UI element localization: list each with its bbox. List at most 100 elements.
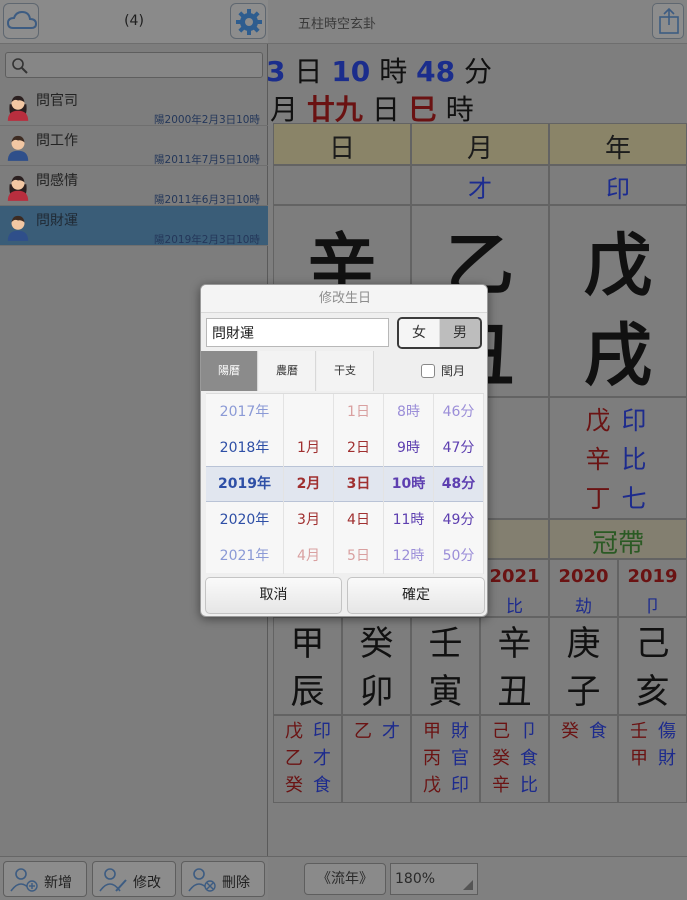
- luck-stem-branch: 癸卯: [342, 617, 411, 715]
- luck-year-cell: 2020 劫: [549, 559, 618, 617]
- luck-hidden-stem: 癸: [285, 775, 303, 796]
- tab-lunar[interactable]: 農曆: [259, 351, 316, 391]
- page-title: 五柱時空玄卦: [298, 17, 377, 32]
- life-stage: 冠帶: [591, 529, 644, 559]
- picker-option[interactable]: 5日: [334, 538, 383, 574]
- picker-column-months[interactable]: 1月 2月 3月 4月: [284, 394, 334, 574]
- minute-number: 48: [416, 55, 456, 88]
- picker-column-hours[interactable]: 8時 9時 10時 11時 12時: [384, 394, 434, 574]
- luck-hidden-stem: 辛: [492, 775, 510, 796]
- dialog-buttons: 取消 確定: [201, 574, 487, 616]
- leap-month-checkbox[interactable]: [421, 364, 435, 378]
- main-bottom-bar: 《流年》 180%: [268, 856, 687, 900]
- pillar-god-cell: 印: [549, 165, 687, 205]
- hour-unit: 時: [379, 55, 408, 88]
- person-item[interactable]: 問財運 陽2019年2月3日10時: [0, 206, 268, 246]
- picker-option[interactable]: 49分: [434, 502, 483, 538]
- picker-option[interactable]: 3月: [284, 502, 333, 538]
- picker-option[interactable]: 3日: [334, 466, 383, 502]
- person-birth-date: 陽2011年7月5日10時: [154, 154, 260, 166]
- luck-branch: 子: [566, 672, 601, 712]
- picker-option[interactable]: 48分: [434, 466, 483, 502]
- gender-female-option[interactable]: 女: [399, 319, 439, 347]
- cancel-button[interactable]: 取消: [205, 577, 342, 614]
- picker-option[interactable]: 8時: [384, 394, 433, 430]
- picker-option[interactable]: 2021年: [206, 538, 283, 574]
- luck-year: 2020: [558, 566, 609, 587]
- luck-hidden-god: 印: [313, 721, 331, 742]
- pillar-stem-branch: 戊戌: [549, 205, 687, 397]
- picker-option[interactable]: 2月: [284, 466, 333, 502]
- picker-option[interactable]: 2020年: [206, 502, 283, 538]
- hidden-god: 比: [621, 445, 647, 474]
- luck-ten-god: 卩: [644, 597, 661, 617]
- hidden-stem: 辛: [585, 445, 611, 474]
- person-item[interactable]: 問官司 陽2000年2月3日10時: [0, 86, 268, 126]
- luck-hidden-god: 食: [520, 748, 538, 769]
- picker-option[interactable]: 2017年: [206, 394, 283, 430]
- picker-option[interactable]: 2018年: [206, 430, 283, 466]
- confirm-button[interactable]: 確定: [347, 577, 485, 614]
- tab-solar[interactable]: 陽曆: [201, 351, 258, 391]
- picker-option[interactable]: 11時: [384, 502, 433, 538]
- app-root: (4) 問官司 陽2000年2月3日10時 問工作 陽2011年7月5日10時 …: [0, 0, 687, 900]
- picker-option[interactable]: 1月: [284, 430, 333, 466]
- picker-option[interactable]: 4月: [284, 538, 333, 574]
- luck-stem-branch: 己亥: [618, 617, 687, 715]
- zoom-select[interactable]: 180%: [390, 863, 478, 895]
- lunar-hour-value: 巳: [408, 93, 437, 126]
- gender-male-option[interactable]: 男: [440, 319, 480, 347]
- lunar-day-value: 廿九: [306, 93, 363, 126]
- picker-option[interactable]: 1日: [334, 394, 383, 430]
- settings-button[interactable]: [230, 3, 266, 39]
- pillar-header: 月: [411, 123, 549, 165]
- picker-option[interactable]: 4日: [334, 502, 383, 538]
- add-button[interactable]: 新增: [3, 861, 87, 897]
- picker-option[interactable]: 50分: [434, 538, 483, 574]
- share-button[interactable]: [652, 3, 684, 39]
- person-name: 問工作: [36, 133, 78, 149]
- hidden-stems-cell: 戊印辛比丁七: [549, 397, 687, 519]
- avatar: [5, 132, 31, 162]
- luck-branch: 辰: [290, 672, 325, 712]
- liunian-button[interactable]: 《流年》: [304, 863, 386, 895]
- picker-option[interactable]: 47分: [434, 430, 483, 466]
- picker-option[interactable]: 12時: [384, 538, 433, 574]
- luck-hidden-god: 食: [313, 775, 331, 796]
- luck-ten-god: 劫: [575, 597, 592, 617]
- gender-toggle: 女 男: [397, 317, 482, 349]
- hour-number: 10: [331, 55, 371, 88]
- picker-option[interactable]: 2日: [334, 430, 383, 466]
- picker-column-minutes[interactable]: 46分 47分 48分 49分 50分: [434, 394, 484, 574]
- luck-stem: 壬: [428, 624, 463, 664]
- luck-year-cell: 2021 比: [480, 559, 549, 617]
- person-item[interactable]: 問感情 陽2011年6月3日10時: [0, 166, 268, 206]
- edit-person-icon: [99, 868, 127, 892]
- edit-button[interactable]: 修改: [92, 861, 176, 897]
- delete-person-icon: [188, 868, 216, 892]
- picker-option[interactable]: 2019年: [206, 466, 283, 502]
- picker-option[interactable]: 10時: [384, 466, 433, 502]
- date-picker[interactable]: 2017年 2018年 2019年 2020年 2021年 1月 2月 3月 4月 1日 2日 3日 4…: [206, 393, 484, 574]
- person-item[interactable]: 問工作陽2011年7月5日10時: [0, 126, 268, 166]
- luck-hidden-god: 印: [451, 775, 469, 796]
- picker-option[interactable]: [284, 394, 333, 430]
- picker-column-days[interactable]: 1日 2日 3日 4日 5日: [334, 394, 384, 574]
- picker-column-years[interactable]: 2017年 2018年 2019年 2020年 2021年: [206, 394, 284, 574]
- zoom-value: 180%: [395, 871, 436, 887]
- lunar-date-line: 月 廿九 日 巳 時: [270, 88, 474, 128]
- luck-stem: 辛: [497, 624, 532, 664]
- picker-option[interactable]: 46分: [434, 394, 483, 430]
- luck-hidden-god: 比: [520, 775, 538, 796]
- tab-ganzhi[interactable]: 干支: [317, 351, 374, 391]
- luck-hidden-stem: 丙: [423, 748, 441, 769]
- name-input[interactable]: [206, 318, 389, 347]
- earthly-branch: 戌: [583, 317, 652, 396]
- search-icon: [12, 58, 28, 74]
- search-field[interactable]: [5, 52, 263, 78]
- life-stage-cell: 冠帶: [549, 519, 687, 559]
- picker-option[interactable]: 9時: [384, 430, 433, 466]
- delete-button[interactable]: 刪除: [181, 861, 265, 897]
- luck-stem: 庚: [566, 624, 601, 664]
- avatar: [5, 172, 31, 202]
